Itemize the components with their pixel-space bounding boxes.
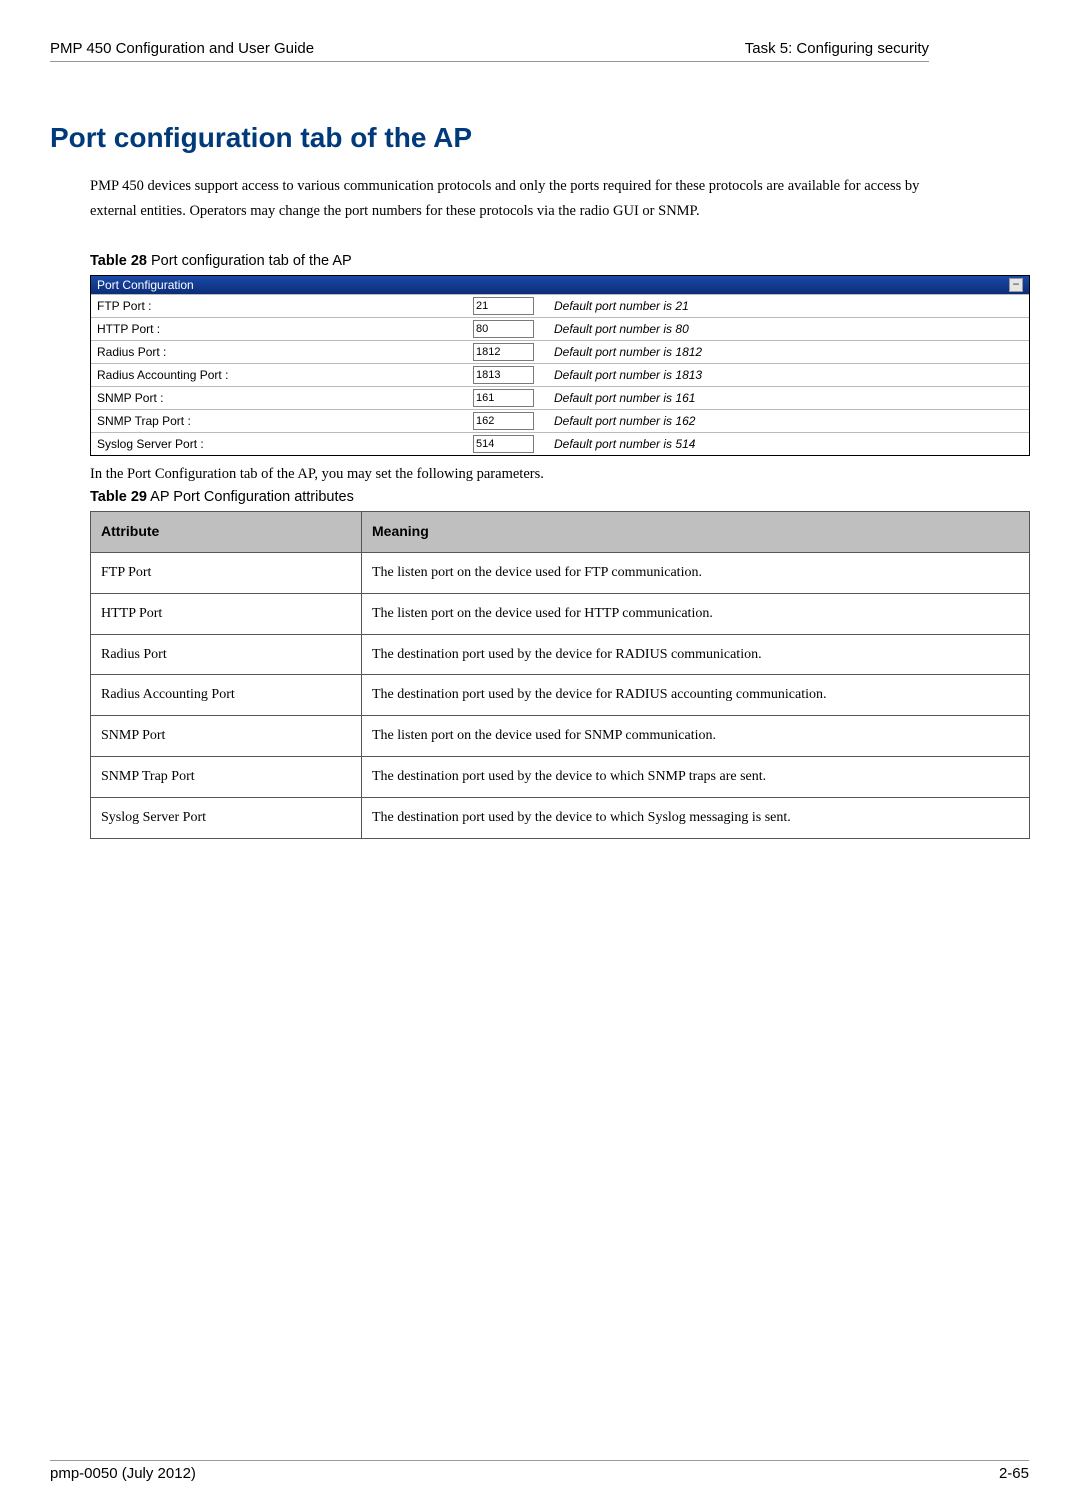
- table-row: FTP Port The listen port on the device u…: [91, 553, 1030, 594]
- port-hint: Default port number is 21: [534, 299, 689, 313]
- attributes-table: Attribute Meaning FTP Port The listen po…: [90, 511, 1030, 838]
- port-hint: Default port number is 514: [534, 437, 695, 451]
- port-hint: Default port number is 162: [534, 414, 695, 428]
- port-label: HTTP Port :: [91, 320, 473, 338]
- attr-cell: Radius Port: [91, 634, 362, 675]
- meaning-cell: The listen port on the device used for F…: [362, 553, 1030, 594]
- port-label: Syslog Server Port :: [91, 435, 473, 453]
- meaning-cell: The destination port used by the device …: [362, 757, 1030, 798]
- port-hint: Default port number is 161: [534, 391, 695, 405]
- snmp-port-input[interactable]: [473, 389, 534, 407]
- table-row: Syslog Server Port The destination port …: [91, 797, 1030, 838]
- subtext-paragraph: In the Port Configuration tab of the AP,…: [90, 466, 929, 483]
- header-left: PMP 450 Configuration and User Guide: [50, 40, 314, 57]
- port-row: FTP Port : Default port number is 21: [91, 294, 1029, 317]
- port-label: FTP Port :: [91, 297, 473, 315]
- header-meaning: Meaning: [362, 512, 1030, 553]
- port-label: SNMP Port :: [91, 389, 473, 407]
- port-label: Radius Port :: [91, 343, 473, 361]
- header-right: Task 5: Configuring security: [745, 40, 929, 57]
- ftp-port-input[interactable]: [473, 297, 534, 315]
- port-row: Syslog Server Port : Default port number…: [91, 432, 1029, 455]
- meaning-cell: The destination port used by the device …: [362, 634, 1030, 675]
- meaning-cell: The listen port on the device used for S…: [362, 716, 1030, 757]
- table-header-row: Attribute Meaning: [91, 512, 1030, 553]
- port-label: Radius Accounting Port :: [91, 366, 473, 384]
- http-port-input[interactable]: [473, 320, 534, 338]
- port-config-panel-header: Port Configuration −: [91, 276, 1029, 294]
- table-row: Radius Accounting Port The destination p…: [91, 675, 1030, 716]
- table28-label-rest: Port configuration tab of the AP: [147, 253, 352, 269]
- attr-cell: Radius Accounting Port: [91, 675, 362, 716]
- attr-cell: FTP Port: [91, 553, 362, 594]
- port-hint: Default port number is 80: [534, 322, 689, 336]
- meaning-cell: The destination port used by the device …: [362, 675, 1030, 716]
- page-header: PMP 450 Configuration and User Guide Tas…: [50, 40, 929, 62]
- radius-accounting-port-input[interactable]: [473, 366, 534, 384]
- port-config-panel: Port Configuration − FTP Port : Default …: [90, 275, 1030, 456]
- page-footer: pmp-0050 (July 2012) 2-65: [50, 1460, 1029, 1482]
- port-row: Radius Accounting Port : Default port nu…: [91, 363, 1029, 386]
- meaning-cell: The destination port used by the device …: [362, 797, 1030, 838]
- table-row: HTTP Port The listen port on the device …: [91, 593, 1030, 634]
- port-row: HTTP Port : Default port number is 80: [91, 317, 1029, 340]
- table-row: SNMP Trap Port The destination port used…: [91, 757, 1030, 798]
- table28-label: Table 28 Port configuration tab of the A…: [90, 253, 929, 269]
- header-attribute: Attribute: [91, 512, 362, 553]
- attr-cell: SNMP Port: [91, 716, 362, 757]
- footer-right: 2-65: [999, 1465, 1029, 1482]
- collapse-icon[interactable]: −: [1009, 278, 1023, 292]
- port-hint: Default port number is 1812: [534, 345, 702, 359]
- attr-cell: Syslog Server Port: [91, 797, 362, 838]
- port-label: SNMP Trap Port :: [91, 412, 473, 430]
- radius-port-input[interactable]: [473, 343, 534, 361]
- table-row: SNMP Port The listen port on the device …: [91, 716, 1030, 757]
- attr-cell: SNMP Trap Port: [91, 757, 362, 798]
- snmp-trap-port-input[interactable]: [473, 412, 534, 430]
- page-title: Port configuration tab of the AP: [50, 122, 929, 154]
- syslog-port-input[interactable]: [473, 435, 534, 453]
- intro-paragraph: PMP 450 devices support access to variou…: [90, 174, 929, 223]
- table28-label-bold: Table 28: [90, 253, 147, 269]
- attr-cell: HTTP Port: [91, 593, 362, 634]
- table29-label-bold: Table 29: [90, 489, 147, 505]
- table-row: Radius Port The destination port used by…: [91, 634, 1030, 675]
- port-row: SNMP Trap Port : Default port number is …: [91, 409, 1029, 432]
- port-config-panel-title: Port Configuration: [97, 278, 194, 292]
- footer-left: pmp-0050 (July 2012): [50, 1465, 196, 1482]
- meaning-cell: The listen port on the device used for H…: [362, 593, 1030, 634]
- table29-label: Table 29 AP Port Configuration attribute…: [90, 489, 929, 505]
- table29-label-rest: AP Port Configuration attributes: [147, 489, 354, 505]
- port-row: Radius Port : Default port number is 181…: [91, 340, 1029, 363]
- port-hint: Default port number is 1813: [534, 368, 702, 382]
- port-row: SNMP Port : Default port number is 161: [91, 386, 1029, 409]
